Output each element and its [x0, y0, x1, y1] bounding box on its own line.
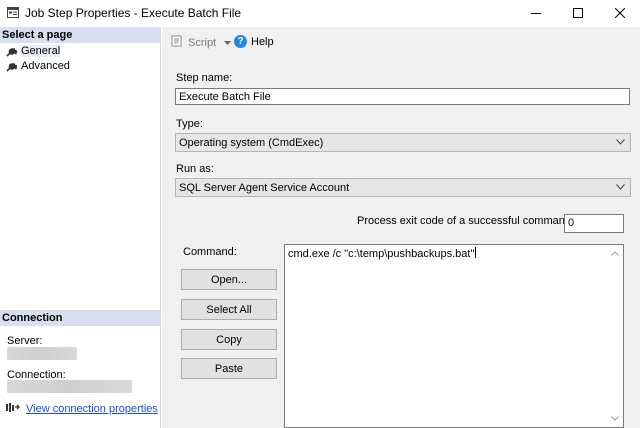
step-name-label: Step name:: [176, 72, 233, 84]
minimize-button[interactable]: [513, 0, 559, 26]
copy-button[interactable]: Copy: [181, 329, 277, 350]
command-label: Command:: [183, 246, 237, 258]
maximize-button[interactable]: [555, 0, 601, 26]
script-icon: [171, 35, 184, 50]
server-label: Server:: [7, 335, 43, 347]
title-bar: Job Step Properties - Execute Batch File: [0, 0, 640, 26]
exit-code-input[interactable]: 0: [564, 214, 624, 233]
page-item-advanced[interactable]: Advanced: [6, 59, 70, 73]
view-connection-link[interactable]: View connection properties: [26, 403, 158, 415]
text-caret: [475, 247, 477, 258]
chevron-down-icon: [616, 139, 625, 145]
toolbar: Script ? Help: [162, 27, 640, 57]
page-item-general[interactable]: General: [6, 44, 61, 58]
wrench-icon: [6, 61, 18, 72]
window-title: Job Step Properties - Execute Batch File: [25, 6, 242, 20]
run-as-select-value: SQL Server Agent Service Account: [179, 182, 350, 194]
help-label: Help: [251, 35, 274, 48]
window-icon: [7, 7, 19, 18]
exit-code-label: Process exit code of a successful comman…: [357, 215, 575, 227]
help-icon: ?: [234, 35, 247, 48]
paste-button[interactable]: Paste: [181, 358, 277, 379]
left-panel: Select a page General Advanced Connectio…: [0, 27, 161, 428]
connection-header: Connection: [0, 310, 161, 326]
chevron-down-icon: [616, 184, 625, 190]
select-all-button[interactable]: Select All: [181, 299, 277, 320]
server-value-redacted: [7, 347, 77, 360]
command-text: cmd.exe /c "c:\temp\pushbackups.bat": [288, 248, 475, 260]
type-select-value: Operating system (CmdExec): [179, 137, 324, 149]
connection-value-redacted: [7, 380, 132, 393]
page-item-label: General: [21, 45, 61, 57]
command-scrollbar[interactable]: [607, 245, 623, 427]
type-select[interactable]: Operating system (CmdExec): [175, 133, 631, 152]
close-icon: [615, 8, 625, 18]
run-as-label: Run as:: [176, 163, 214, 175]
script-label: Script: [188, 36, 217, 49]
scroll-up-icon[interactable]: [611, 251, 619, 256]
main-panel: Script ? Help Step name: Execute Batch F…: [162, 27, 640, 428]
connection-properties-icon: [6, 402, 20, 416]
open-button[interactable]: Open...: [181, 269, 277, 290]
minimize-icon: [531, 13, 541, 14]
command-textarea[interactable]: cmd.exe /c "c:\temp\pushbackups.bat": [284, 244, 624, 428]
chevron-down-icon[interactable]: [224, 37, 232, 49]
run-as-select[interactable]: SQL Server Agent Service Account: [175, 178, 631, 197]
page-item-label: Advanced: [21, 60, 70, 72]
wrench-icon: [6, 46, 18, 57]
help-button[interactable]: ? Help: [234, 35, 274, 48]
maximize-icon: [573, 8, 583, 18]
step-name-input[interactable]: Execute Batch File: [175, 88, 630, 105]
view-connection-properties[interactable]: View connection properties: [6, 402, 158, 416]
script-button[interactable]: Script: [171, 35, 232, 50]
type-label: Type:: [176, 118, 203, 130]
select-page-header: Select a page: [0, 27, 161, 43]
scroll-down-icon[interactable]: [611, 416, 619, 421]
close-button[interactable]: [597, 0, 640, 26]
